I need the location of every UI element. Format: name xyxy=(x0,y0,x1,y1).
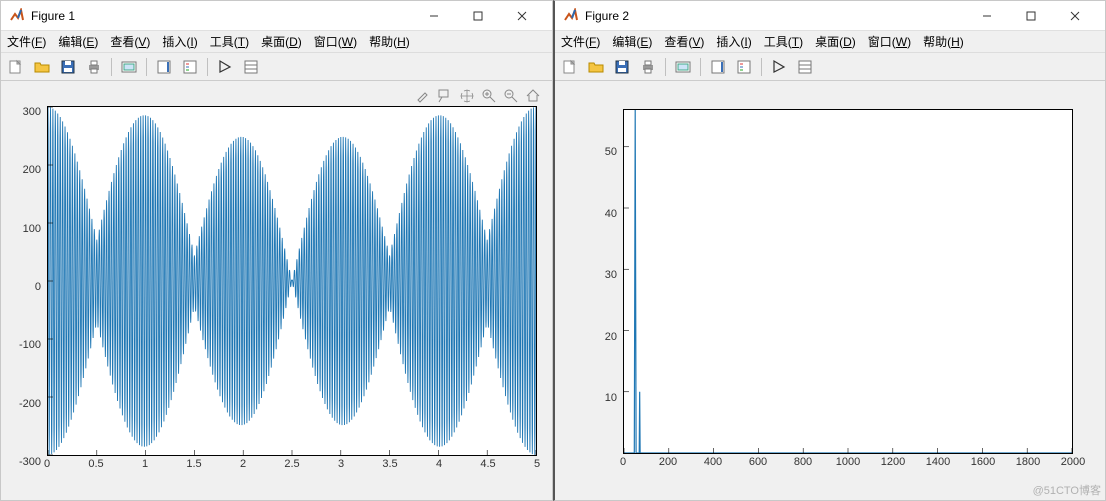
menu-e[interactable]: 编辑(E) xyxy=(612,33,652,50)
matlab-icon xyxy=(563,8,579,24)
x-tick-label: 2000 xyxy=(1061,456,1085,468)
titlebar[interactable]: Figure 2 xyxy=(555,1,1105,31)
axes-1[interactable] xyxy=(47,106,537,456)
toolbar-separator xyxy=(761,58,762,76)
pan-icon[interactable] xyxy=(458,87,476,105)
x-tick-label: 1400 xyxy=(926,456,950,468)
menubar: 文件(F) 编辑(E) 查看(V) 插入(I) 工具(T) 桌面(D) 窗口(W) 帮助(H) xyxy=(1,31,552,53)
window-title: Figure 1 xyxy=(31,9,412,23)
toolbar-separator xyxy=(700,58,701,76)
menu-h[interactable]: 帮助(H) xyxy=(369,33,410,50)
x-tick-label: 3 xyxy=(338,458,344,470)
new-figure-button[interactable] xyxy=(5,56,27,78)
open-file-button[interactable] xyxy=(31,56,53,78)
window-title: Figure 2 xyxy=(585,9,965,23)
maximize-button[interactable] xyxy=(1009,2,1053,30)
menu-v[interactable]: 查看(V) xyxy=(664,33,704,50)
axes-toolbar xyxy=(414,87,542,105)
print-figure-button[interactable] xyxy=(637,56,659,78)
toolbar-separator xyxy=(207,58,208,76)
x-tick-label: 2 xyxy=(240,458,246,470)
menu-t[interactable]: 工具(T) xyxy=(764,33,803,50)
open-property-inspector-button[interactable] xyxy=(240,56,262,78)
save-figure-button[interactable] xyxy=(57,56,79,78)
figure-window-1: Figure 1 文件(F) 编辑(E) 查看(V) 插入(I) 工具(T) 桌面(D) 窗… xyxy=(0,0,553,501)
plot-canvas-area: @51CTO博客 0 200 400 600 800 1000 1200 1400 1600 18… xyxy=(555,81,1105,500)
data-cursor-icon[interactable] xyxy=(436,87,454,105)
plot-line xyxy=(48,107,536,455)
menubar: 文件(F) 编辑(E) 查看(V) 插入(I) 工具(T) 桌面(D) 窗口(W) 帮助(H) xyxy=(555,31,1105,53)
x-tick-label: 600 xyxy=(749,456,767,468)
x-tick-label: 1200 xyxy=(881,456,905,468)
menu-t[interactable]: 工具(T) xyxy=(210,33,249,50)
home-icon[interactable] xyxy=(524,87,542,105)
menu-d[interactable]: 桌面(D) xyxy=(815,33,856,50)
x-tick-label: 1.5 xyxy=(186,458,201,470)
menu-f[interactable]: 文件(F) xyxy=(7,33,46,50)
zoom-out-icon[interactable] xyxy=(502,87,520,105)
menu-d[interactable]: 桌面(D) xyxy=(261,33,302,50)
toolbar-separator xyxy=(665,58,666,76)
x-tick-label: 5 xyxy=(534,458,540,470)
close-button[interactable] xyxy=(500,2,544,30)
toolbar-separator xyxy=(111,58,112,76)
x-tick-label: 800 xyxy=(794,456,812,468)
menu-v[interactable]: 查看(V) xyxy=(110,33,150,50)
menu-e[interactable]: 编辑(E) xyxy=(58,33,98,50)
minimize-button[interactable] xyxy=(965,2,1009,30)
edit-plot-button[interactable] xyxy=(768,56,790,78)
x-tick-label: 1000 xyxy=(836,456,860,468)
figure-window-2: Figure 2 文件(F) 编辑(E) 查看(V) 插入(I) 工具(T) 桌面(D) 窗… xyxy=(553,0,1106,501)
x-tick-label: 4 xyxy=(436,458,442,470)
x-tick-label: 4.5 xyxy=(480,458,495,470)
new-figure-button[interactable] xyxy=(559,56,581,78)
menu-i[interactable]: 插入(I) xyxy=(716,33,751,50)
titlebar[interactable]: Figure 1 xyxy=(1,1,552,31)
minimize-button[interactable] xyxy=(412,2,456,30)
open-file-button[interactable] xyxy=(585,56,607,78)
close-button[interactable] xyxy=(1053,2,1097,30)
toolbar-separator xyxy=(146,58,147,76)
matlab-icon xyxy=(9,8,25,24)
link-axes-button[interactable] xyxy=(118,56,140,78)
menu-w[interactable]: 窗口(W) xyxy=(868,33,911,50)
x-tick-label: 2.5 xyxy=(284,458,299,470)
insert-colorbar-button[interactable] xyxy=(707,56,729,78)
menu-i[interactable]: 插入(I) xyxy=(162,33,197,50)
x-tick-label: 0.5 xyxy=(88,458,103,470)
axes-2[interactable] xyxy=(623,109,1073,454)
brush-icon[interactable] xyxy=(414,87,432,105)
x-tick-label: 0 xyxy=(620,456,626,468)
toolbar xyxy=(1,53,552,81)
open-property-inspector-button[interactable] xyxy=(794,56,816,78)
toolbar xyxy=(555,53,1105,81)
menu-f[interactable]: 文件(F) xyxy=(561,33,600,50)
link-axes-button[interactable] xyxy=(672,56,694,78)
watermark: @51CTO博客 xyxy=(1033,482,1101,498)
x-tick-label: 3.5 xyxy=(382,458,397,470)
window-controls xyxy=(965,2,1097,30)
save-figure-button[interactable] xyxy=(611,56,633,78)
x-tick-label: 1800 xyxy=(1016,456,1040,468)
x-tick-label: 1600 xyxy=(971,456,995,468)
maximize-button[interactable] xyxy=(456,2,500,30)
insert-legend-button[interactable] xyxy=(179,56,201,78)
x-tick-label: 200 xyxy=(659,456,677,468)
print-figure-button[interactable] xyxy=(83,56,105,78)
menu-w[interactable]: 窗口(W) xyxy=(314,33,357,50)
x-tick-label: 0 xyxy=(44,458,50,470)
plot-line xyxy=(624,110,1072,453)
edit-plot-button[interactable] xyxy=(214,56,236,78)
insert-legend-button[interactable] xyxy=(733,56,755,78)
zoom-in-icon[interactable] xyxy=(480,87,498,105)
plot-canvas-area: 00.511.522.533.544.55-300-200-1000100200… xyxy=(1,81,552,500)
insert-colorbar-button[interactable] xyxy=(153,56,175,78)
x-tick-label: 1 xyxy=(142,458,148,470)
window-controls xyxy=(412,2,544,30)
menu-h[interactable]: 帮助(H) xyxy=(923,33,964,50)
x-tick-label: 400 xyxy=(704,456,722,468)
